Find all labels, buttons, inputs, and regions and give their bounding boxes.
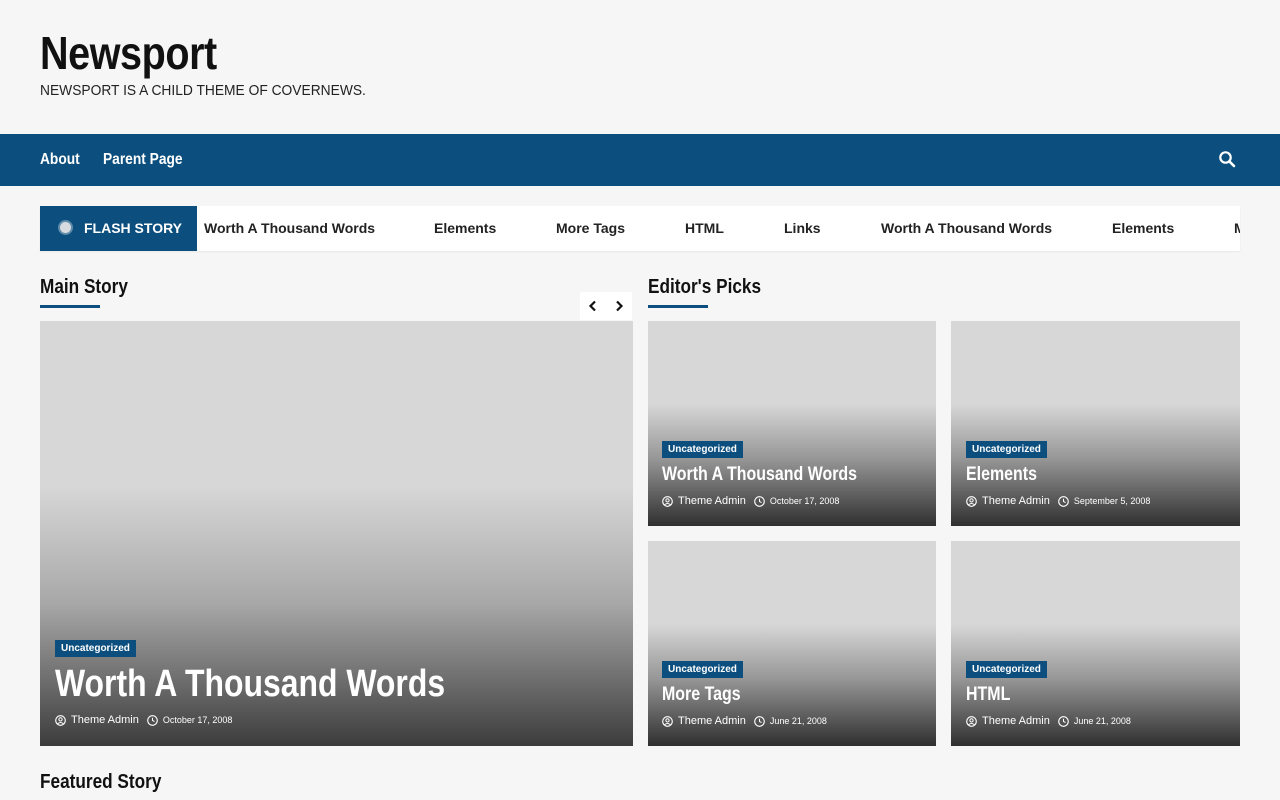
author-name: Theme Admin (71, 714, 139, 726)
user-icon (966, 715, 977, 727)
post-meta: Theme Admin June 21, 2008 (662, 715, 827, 727)
post-author[interactable]: Theme Admin (966, 495, 1050, 507)
post-meta: Theme Admin October 17, 2008 (662, 495, 839, 507)
flash-story-label: FLASH STORY (40, 206, 197, 251)
site-title[interactable]: Newsport (40, 26, 217, 80)
author-name: Theme Admin (678, 495, 746, 507)
nav-item-about[interactable]: About (40, 151, 80, 169)
post-author[interactable]: Theme Admin (966, 715, 1050, 727)
user-icon (662, 495, 673, 507)
site-header: Newsport NEWSPORT IS A CHILD THEME OF CO… (0, 0, 1280, 134)
user-icon (966, 495, 977, 507)
post-author[interactable]: Theme Admin (55, 714, 139, 726)
post-meta: Theme Admin October 17, 2008 (55, 714, 232, 726)
post-title[interactable]: Elements (966, 464, 1037, 486)
post-date: October 17, 2008 (754, 495, 840, 507)
ticker-item[interactable]: Worth A Thousand Words (204, 220, 375, 236)
search-button[interactable] (1218, 150, 1238, 170)
post-meta: Theme Admin June 21, 2008 (966, 715, 1131, 727)
category-badge[interactable]: Uncategorized (662, 661, 743, 678)
search-icon (1218, 150, 1238, 168)
main-nav: About Parent Page (0, 134, 1280, 186)
date-text: October 17, 2008 (769, 496, 840, 506)
main-story-underline (40, 305, 100, 308)
site-description: NEWSPORT IS A CHILD THEME OF COVERNEWS. (40, 82, 366, 99)
post-date: June 21, 2008 (1058, 715, 1131, 727)
post-author[interactable]: Theme Admin (662, 715, 746, 727)
ticker-item[interactable]: More Tags (556, 220, 625, 236)
category-badge[interactable]: Uncategorized (966, 661, 1047, 678)
clock-icon (1058, 715, 1069, 727)
clock-icon (754, 495, 765, 507)
ticker-item[interactable]: HTML (685, 220, 724, 236)
author-name: Theme Admin (982, 495, 1050, 507)
clock-icon (754, 715, 765, 727)
main-story-card[interactable]: Uncategorized Worth A Thousand Words The… (40, 321, 633, 746)
ticker-item[interactable]: Links (784, 220, 821, 236)
user-icon (662, 715, 673, 727)
post-title[interactable]: Worth A Thousand Words (662, 464, 857, 486)
editors-pick-card[interactable]: Uncategorized Elements Theme Admin Septe… (951, 321, 1240, 526)
featured-story-heading: Featured Story (40, 771, 162, 793)
ticker-item[interactable]: M (1234, 220, 1240, 236)
post-date: June 21, 2008 (754, 715, 827, 727)
editors-pick-card[interactable]: Uncategorized More Tags Theme Admin June… (648, 541, 936, 746)
flash-story-bar: FLASH STORY Worth A Thousand Words Eleme… (40, 206, 1240, 251)
category-badge[interactable]: Uncategorized (55, 640, 136, 657)
post-date: October 17, 2008 (147, 714, 233, 726)
chevron-left-icon (588, 300, 598, 312)
slider-next-button[interactable] (606, 292, 632, 320)
date-text: June 21, 2008 (769, 716, 827, 726)
editors-pick-card[interactable]: Uncategorized HTML Theme Admin June 21, … (951, 541, 1240, 746)
author-name: Theme Admin (982, 715, 1050, 727)
user-icon (55, 714, 66, 726)
post-date: September 5, 2008 (1058, 495, 1151, 507)
main-story-heading: Main Story (40, 276, 128, 298)
post-title[interactable]: More Tags (662, 684, 741, 706)
author-name: Theme Admin (678, 715, 746, 727)
date-text: September 5, 2008 (1073, 496, 1151, 506)
slider-prev-button[interactable] (580, 292, 606, 320)
flash-dot-icon (60, 222, 71, 233)
post-title[interactable]: Worth A Thousand Words (55, 663, 445, 706)
editors-picks-heading: Editor's Picks (648, 276, 762, 298)
ticker-item[interactable]: Worth A Thousand Words (881, 220, 1052, 236)
ticker-item[interactable]: Elements (434, 220, 496, 236)
image-overlay (40, 486, 633, 746)
date-text: October 17, 2008 (162, 715, 233, 725)
nav-item-parent-page[interactable]: Parent Page (103, 151, 183, 169)
ticker-item[interactable]: Elements (1112, 220, 1174, 236)
editors-pick-card[interactable]: Uncategorized Worth A Thousand Words The… (648, 321, 936, 526)
date-text: June 21, 2008 (1073, 716, 1131, 726)
clock-icon (1058, 495, 1069, 507)
flash-story-text: FLASH STORY (84, 220, 183, 236)
category-badge[interactable]: Uncategorized (662, 441, 743, 458)
chevron-right-icon (614, 300, 624, 312)
post-author[interactable]: Theme Admin (662, 495, 746, 507)
post-title[interactable]: HTML (966, 684, 1010, 706)
post-meta: Theme Admin September 5, 2008 (966, 495, 1150, 507)
clock-icon (147, 714, 158, 726)
editors-picks-underline (648, 305, 708, 308)
category-badge[interactable]: Uncategorized (966, 441, 1047, 458)
